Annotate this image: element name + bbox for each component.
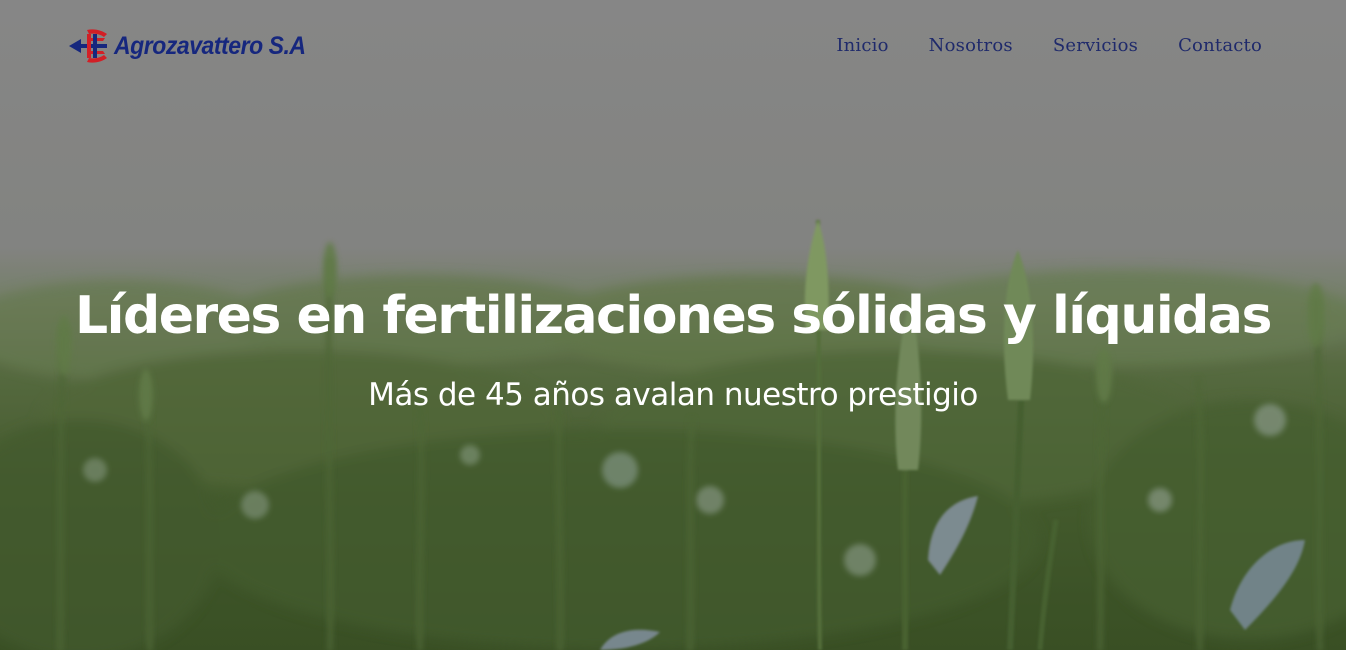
nav-item-nosotros[interactable]: Nosotros (929, 33, 1013, 59)
nav-item-contacto[interactable]: Contacto (1178, 33, 1262, 59)
main-navigation: Inicio Nosotros Servicios Contacto (836, 33, 1262, 59)
nav-item-inicio[interactable]: Inicio (836, 33, 888, 59)
hero-section: Agrozavattero S.A Inicio Nosotros Servic… (0, 0, 1346, 650)
company-emblem-icon (69, 29, 107, 63)
site-header: Agrozavattero S.A Inicio Nosotros Servic… (0, 0, 1346, 92)
nav-item-servicios[interactable]: Servicios (1053, 33, 1138, 59)
brand-logo-link[interactable]: Agrozavattero S.A (67, 24, 322, 68)
hero-title: Líderes en fertilizaciones sólidas y líq… (75, 286, 1272, 346)
brand-name: Agrozavattero S.A (114, 31, 306, 60)
hero-subtitle: Más de 45 años avalan nuestro prestigio (368, 377, 978, 413)
